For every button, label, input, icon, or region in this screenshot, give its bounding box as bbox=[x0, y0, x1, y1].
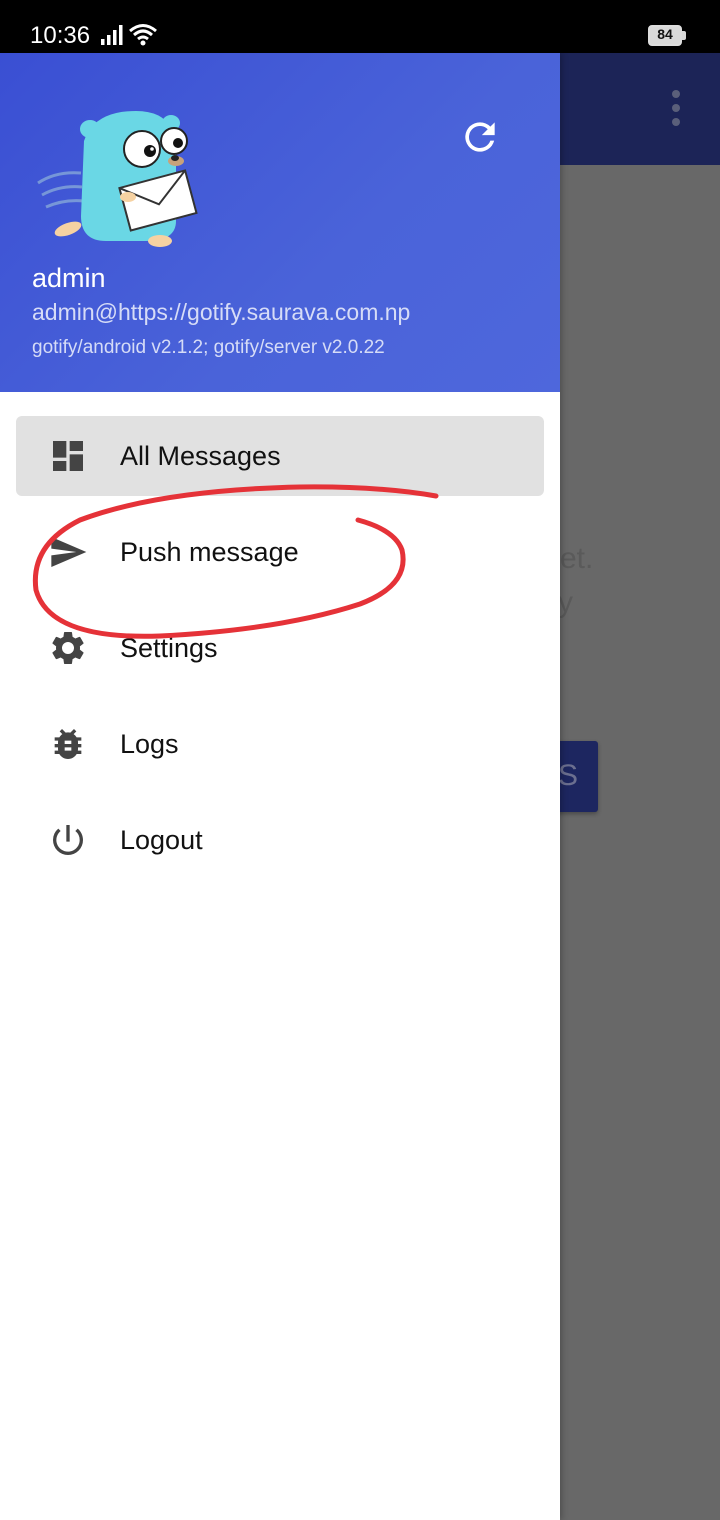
wifi-icon bbox=[129, 24, 157, 46]
status-bar: 10:36 84 bbox=[0, 0, 720, 53]
menu-item-label: All Messages bbox=[120, 441, 281, 471]
bug-icon bbox=[54, 729, 82, 759]
menu-item-all-messages[interactable]: All Messages bbox=[16, 416, 544, 496]
navigation-drawer: admin admin@https://gotify.saurava.com.n… bbox=[0, 53, 560, 1520]
status-time: 10:36 bbox=[30, 22, 91, 49]
menu-item-logout[interactable]: Logout bbox=[16, 800, 544, 880]
dashboard-icon bbox=[53, 441, 83, 471]
menu-item-label: Logs bbox=[120, 729, 179, 759]
user-email: admin@https://gotify.saurava.com.np bbox=[32, 299, 411, 325]
signal-icon bbox=[101, 25, 123, 45]
send-icon bbox=[51, 537, 87, 567]
user-name: admin bbox=[32, 263, 106, 293]
battery-indicator: 84 bbox=[648, 25, 686, 46]
gear-icon bbox=[52, 631, 84, 664]
menu-item-push-message[interactable]: Push message bbox=[16, 512, 544, 592]
drawer-header: admin admin@https://gotify.saurava.com.n… bbox=[0, 53, 560, 392]
menu-item-label: Settings bbox=[120, 633, 218, 663]
battery-level: 84 bbox=[657, 26, 673, 42]
background-text: et. bbox=[560, 542, 594, 575]
more-options-icon bbox=[668, 90, 684, 130]
background-text: y bbox=[558, 586, 573, 619]
menu-item-settings[interactable]: Settings bbox=[16, 608, 544, 688]
refresh-icon[interactable] bbox=[458, 115, 502, 159]
version-info: gotify/android v2.1.2; gotify/server v2.… bbox=[32, 337, 385, 358]
menu-item-logs[interactable]: Logs bbox=[16, 704, 544, 784]
menu-item-label: Push message bbox=[120, 537, 299, 567]
power-icon bbox=[52, 825, 83, 855]
menu-item-label: Logout bbox=[120, 825, 203, 855]
gopher-logo bbox=[37, 111, 198, 247]
